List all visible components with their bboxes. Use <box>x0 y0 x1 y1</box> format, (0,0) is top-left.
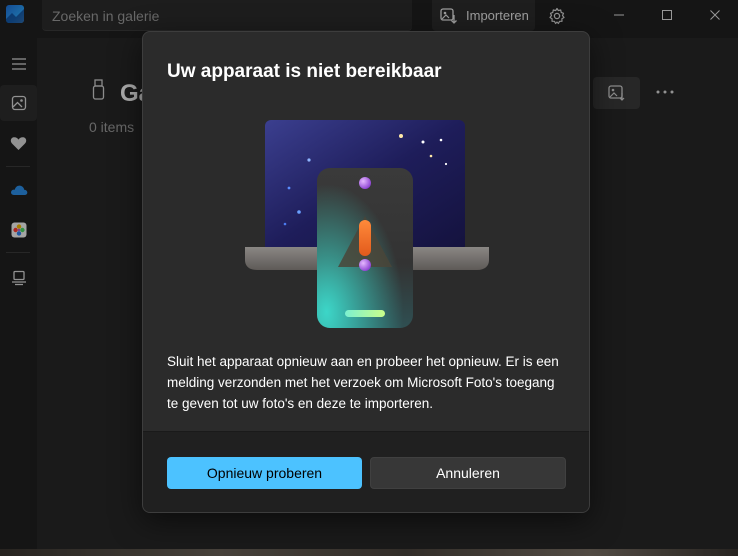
device-unreachable-illustration <box>245 116 489 331</box>
cancel-button[interactable]: Annuleren <box>370 457 566 489</box>
device-unreachable-dialog: Uw apparaat is niet bereikbaar Sluit het… <box>142 31 590 513</box>
retry-button[interactable]: Opnieuw proberen <box>167 457 362 489</box>
dialog-message: Sluit het apparaat opnieuw aan en probee… <box>167 354 559 411</box>
dialog-title: Uw apparaat is niet bereikbaar <box>167 61 442 82</box>
dialog-footer: Opnieuw proberen Annuleren <box>143 431 589 512</box>
